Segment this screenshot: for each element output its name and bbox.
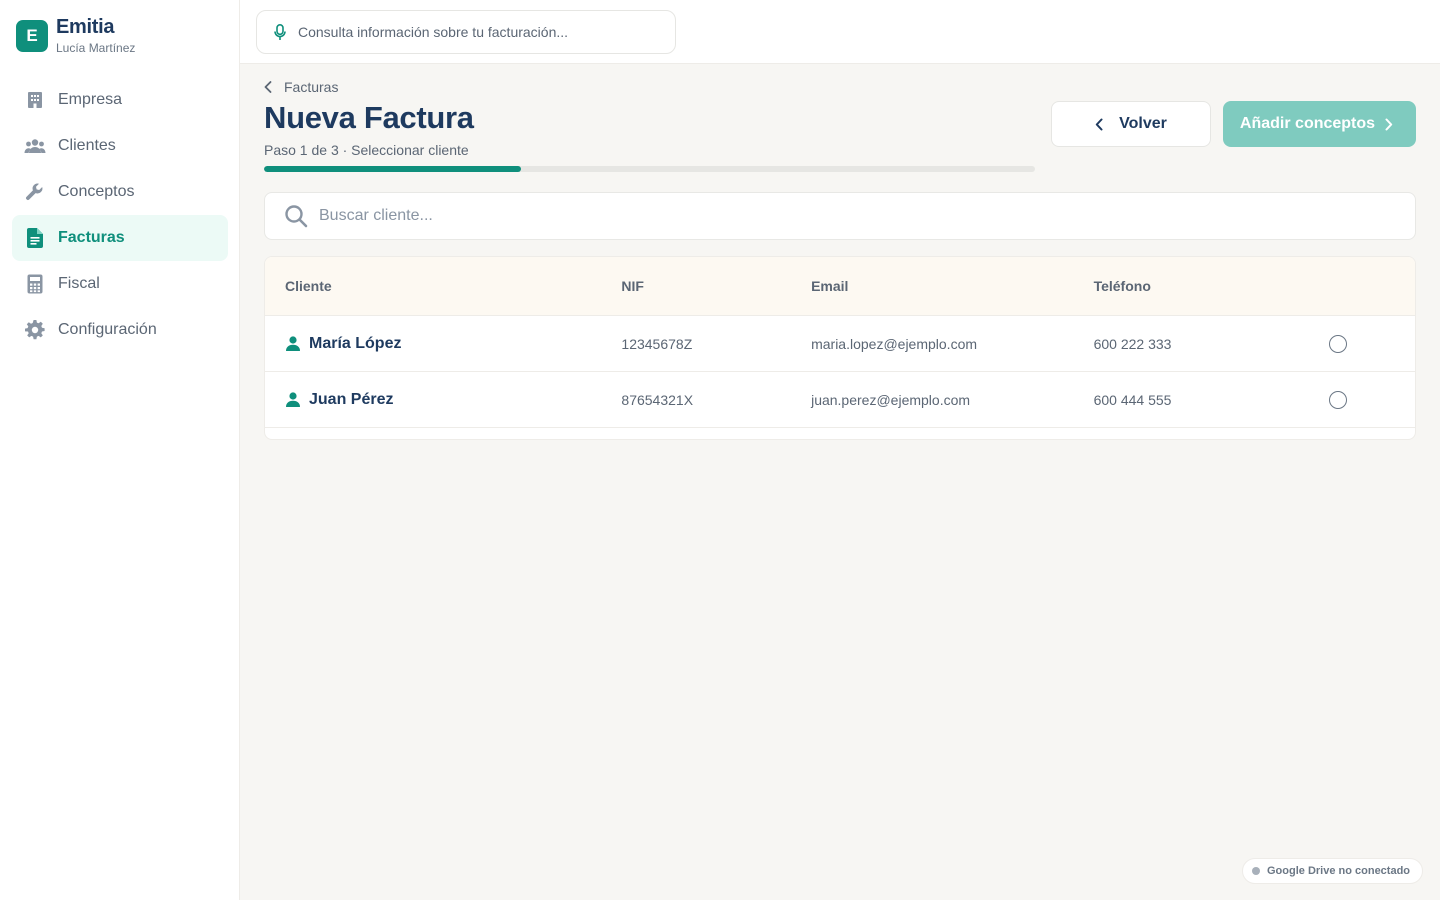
- assistant-search[interactable]: [256, 10, 676, 54]
- column-header-email: Email: [811, 278, 849, 294]
- table-header: Cliente NIF Email Teléfono: [265, 257, 1415, 316]
- sidebar-item-label: Fiscal: [58, 275, 100, 292]
- breadcrumb[interactable]: Facturas: [264, 79, 338, 95]
- client-email: maria.lopez@ejemplo.com: [811, 335, 978, 352]
- page-title: Nueva Factura: [264, 100, 474, 135]
- back-button[interactable]: Volver: [1051, 101, 1211, 147]
- sidebar: E Emitia Lucía Martínez Empresa Clientes…: [0, 0, 240, 900]
- select-client-radio[interactable]: [1329, 390, 1348, 409]
- back-button-label: Volver: [1119, 115, 1167, 132]
- client-name: María López: [309, 334, 402, 352]
- add-concepts-label: Añadir conceptos: [1239, 115, 1376, 132]
- chevron-left-icon: [264, 80, 278, 94]
- client-name: Juan Pérez: [309, 390, 394, 408]
- calculator-icon: [24, 273, 46, 295]
- sidebar-nav: Empresa Clientes Conceptos Facturas Fisc…: [12, 77, 228, 353]
- breadcrumb-label: Facturas: [284, 79, 339, 95]
- user-name: Lucía Martínez: [56, 41, 136, 55]
- clients-table: Cliente NIF Email Teléfono María López 1…: [264, 256, 1416, 440]
- client-phone: 600 222 333: [1093, 335, 1172, 352]
- sidebar-item-label: Clientes: [58, 137, 116, 154]
- column-header-cliente: Cliente: [285, 278, 332, 294]
- assistant-search-input[interactable]: [298, 24, 658, 40]
- sidebar-item-conceptos[interactable]: Conceptos: [12, 169, 228, 215]
- sidebar-item-label: Conceptos: [58, 183, 135, 200]
- sidebar-item-clientes[interactable]: Clientes: [12, 123, 228, 169]
- drive-status-badge[interactable]: Google Drive no conectado: [1242, 858, 1423, 884]
- brand[interactable]: E Emitia Lucía Martínez: [16, 16, 135, 56]
- building-icon: [24, 89, 46, 111]
- wrench-icon: [24, 181, 46, 203]
- gear-icon: [24, 319, 46, 341]
- document-icon: [24, 227, 46, 249]
- search-icon: [283, 203, 309, 229]
- drive-status-text: Google Drive no conectado: [1267, 865, 1411, 877]
- client-nif: 87654321X: [621, 391, 694, 408]
- step-indicator: Paso 1 de 3 · Seleccionar cliente: [264, 142, 469, 158]
- brand-logo: E: [16, 20, 48, 52]
- select-client-radio[interactable]: [1329, 334, 1348, 353]
- sidebar-item-facturas[interactable]: Facturas: [12, 215, 228, 261]
- sidebar-item-fiscal[interactable]: Fiscal: [12, 261, 228, 307]
- sidebar-item-label: Configuración: [58, 321, 157, 338]
- progress-bar: [264, 166, 1035, 172]
- users-icon: [24, 135, 46, 157]
- user-icon: [285, 336, 301, 352]
- progress-fill: [264, 166, 521, 172]
- table-row[interactable]: Juan Pérez 87654321X juan.perez@ejemplo.…: [265, 372, 1415, 428]
- topbar: [240, 0, 1440, 64]
- sidebar-item-empresa[interactable]: Empresa: [12, 77, 228, 123]
- add-concepts-button[interactable]: Añadir conceptos: [1223, 101, 1416, 147]
- client-search[interactable]: [264, 192, 1416, 240]
- client-nif: 12345678Z: [621, 335, 693, 352]
- chevron-left-icon: [1095, 117, 1109, 131]
- microphone-icon[interactable]: [271, 23, 289, 41]
- client-search-input[interactable]: [319, 207, 1369, 225]
- sidebar-item-label: Empresa: [58, 91, 123, 108]
- sidebar-item-configuracion[interactable]: Configuración: [12, 307, 228, 353]
- client-cell: Juan Pérez: [265, 391, 621, 409]
- table-row[interactable]: María López 12345678Z maria.lopez@ejempl…: [265, 316, 1415, 372]
- user-icon: [285, 392, 301, 408]
- column-header-telefono: Teléfono: [1093, 278, 1151, 294]
- brand-name: Emitia: [56, 16, 115, 38]
- status-dot-icon: [1252, 867, 1260, 875]
- client-phone: 600 444 555: [1093, 391, 1172, 408]
- client-email: juan.perez@ejemplo.com: [811, 391, 971, 408]
- chevron-right-icon: [1385, 117, 1399, 131]
- column-header-nif: NIF: [621, 278, 644, 294]
- client-cell: María López: [265, 335, 621, 353]
- sidebar-item-label: Facturas: [58, 229, 125, 246]
